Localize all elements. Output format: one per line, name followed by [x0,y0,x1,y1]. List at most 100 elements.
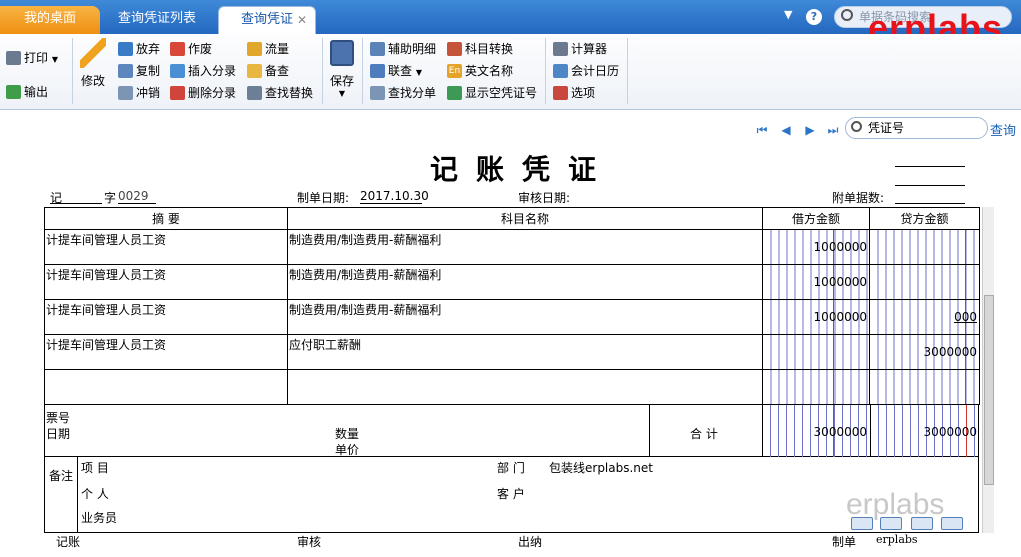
copy-icon [118,63,133,78]
tab-query-voucher[interactable]: 查询凭证 ✕ [218,6,316,34]
insert-entry-label: 插入分录 [188,64,237,78]
row-account[interactable]: 制造费用/制造费用-薪酬福利 [287,264,763,300]
prev-record-icon[interactable]: ◀ [779,123,793,137]
show-empty-no-icon [447,85,462,100]
ticket-no-label: 票号 [46,411,71,425]
find-replace-label: 查找替换 [265,86,314,100]
voucher-date[interactable]: 2017.10.30 [360,189,429,203]
row-debit-value: 1000000 [813,240,867,254]
row-credit[interactable] [869,264,980,300]
calendar-button[interactable]: 会计日历 [553,62,619,80]
english-name-button[interactable]: En 英文名称 [447,62,513,80]
void-button[interactable]: 作废 [170,40,212,58]
attachments-label: 附单据数: [832,191,885,205]
table-row[interactable]: 计提车间管理人员工资 应付职工薪酬 3000000 [44,334,980,370]
header-credit: 贷方金额 [869,207,980,230]
copy-button[interactable]: 复制 [118,62,160,80]
reverse-button[interactable]: 冲销 [118,84,160,102]
row-debit[interactable]: 1000000 [762,229,870,265]
row-credit-value: 3000000 [923,345,977,359]
row-credit[interactable]: 000 [869,299,980,335]
help-icon[interactable]: ? [806,9,822,25]
row-summary[interactable] [44,369,288,405]
printer-icon [6,50,21,65]
save-button[interactable]: 保存 ▼ [328,40,356,98]
table-row[interactable]: 计提车间管理人员工资 制造费用/制造费用-薪酬福利 1000000 000 [44,299,980,335]
save-disk-icon [330,40,354,66]
dropdown-arrow-icon[interactable]: ▼ [784,8,792,21]
table-row[interactable]: 计提车间管理人员工资 制造费用/制造费用-薪酬福利 1000000 [44,264,980,300]
search-icon [841,9,853,21]
tab-voucher-list[interactable]: 查询凭证列表 [102,6,212,34]
row-summary[interactable]: 计提车间管理人员工资 [44,299,288,335]
row-account[interactable] [287,369,763,405]
tab-query-voucher-label: 查询凭证 [240,12,293,27]
aux-detail-label: 辅助明细 [388,42,437,56]
credit-total-value: 3000000 [923,425,977,439]
query-button[interactable]: 查询 [990,120,1016,139]
abandon-button[interactable]: 放弃 [118,40,160,58]
next-record-icon[interactable]: ▶ [803,123,817,137]
aux-detail-button[interactable]: 辅助明细 [370,40,436,58]
last-record-icon[interactable]: ⏭ [826,123,840,137]
row-debit[interactable]: 1000000 [762,299,870,335]
row-debit[interactable] [762,369,870,405]
close-tab-icon[interactable]: ✕ [297,7,307,33]
calculator-button[interactable]: 计算器 [553,40,607,58]
row-summary[interactable]: 计提车间管理人员工资 [44,334,288,370]
row-account[interactable]: 制造费用/制造费用-薪酬福利 [287,229,763,265]
note-button[interactable]: 备查 [247,62,289,80]
delete-entry-button[interactable]: 删除分录 [170,84,236,102]
vertical-scrollbar[interactable] [982,207,994,533]
row-debit[interactable]: 1000000 [762,264,870,300]
total-label: 合 计 [690,427,718,441]
calendar-icon [553,63,568,78]
abandon-label: 放弃 [136,42,161,56]
row-credit[interactable] [869,369,980,405]
voucher-number-search[interactable]: 凭证号 [845,117,988,139]
cashier-label: 出纳 [518,535,543,549]
table-row[interactable] [44,369,980,405]
project-label: 项 目 [81,461,109,475]
options-button[interactable]: 选项 [553,84,595,102]
find-replace-button[interactable]: 查找替换 [247,84,313,102]
row-credit[interactable]: 3000000 [869,334,980,370]
print-button[interactable]: 打印 ▼ [6,49,58,67]
scrollbar-thumb[interactable] [984,295,994,485]
row-account[interactable]: 制造费用/制造费用-薪酬福利 [287,299,763,335]
debit-total-value: 3000000 [813,425,867,439]
pencil-icon [80,38,106,68]
row-account[interactable]: 应付职工薪酬 [287,334,763,370]
show-empty-no-button[interactable]: 显示空凭证号 [447,84,537,102]
voucher-number[interactable]: 0029 [118,189,149,203]
note-label: 备查 [265,64,290,78]
collapse-icon[interactable] [941,517,963,530]
row-credit[interactable] [869,229,980,265]
reverse-icon [118,85,133,100]
tab-my-desktop[interactable]: 我的桌面 [0,6,100,34]
export-icon [6,84,21,99]
department-label: 部 门 [497,461,525,475]
insert-entry-button[interactable]: 插入分录 [170,62,236,80]
header-account: 科目名称 [287,207,763,230]
voucher-zi-label: 字 [104,191,117,205]
row-summary[interactable]: 计提车间管理人员工资 [44,264,288,300]
linked-query-button[interactable]: 联查 ▼ [370,62,422,80]
account-convert-button[interactable]: 科目转换 [447,40,513,58]
expand-icon[interactable] [911,517,933,530]
flow-button[interactable]: 流量 [247,40,289,58]
row-debit[interactable] [762,334,870,370]
first-record-icon[interactable]: ⏮ [755,123,769,137]
export-button[interactable]: 输出 [6,83,48,101]
header-summary: 摘 要 [44,207,288,230]
show-empty-no-label: 显示空凭证号 [465,86,538,100]
edit-button[interactable]: 修改 [78,38,108,89]
table-row[interactable]: 计提车间管理人员工资 制造费用/制造费用-薪酬福利 1000000 [44,229,980,265]
row-summary[interactable]: 计提车间管理人员工资 [44,229,288,265]
attachment-icon[interactable] [880,517,902,530]
row-debit-value: 1000000 [813,310,867,324]
department-value[interactable]: 包装线erplabs.net [549,459,653,476]
find-entry-button[interactable]: 查找分单 [370,84,436,102]
account-convert-icon [447,41,462,56]
note-edit-icon[interactable] [851,517,873,530]
